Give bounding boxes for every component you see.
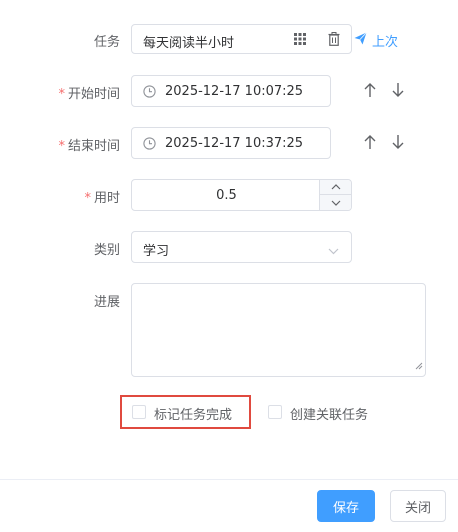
start-time-label-text: 开始时间 — [67, 87, 120, 102]
category-value: 学习 — [143, 244, 170, 259]
clock-icon — [143, 137, 156, 154]
clock-icon — [143, 85, 156, 102]
decrease-button[interactable] — [320, 195, 351, 210]
mark-complete-checkbox[interactable]: 标记任务完成 — [132, 403, 252, 423]
category-row: 类别 学习 — [0, 231, 458, 263]
resize-handle-icon[interactable] — [415, 359, 423, 374]
end-time-label-text: 结束时间 — [67, 139, 120, 154]
start-time-picker[interactable]: 2025-12-17 10:07:25 — [131, 75, 331, 107]
duration-label-text: 用时 — [93, 191, 120, 206]
progress-textarea[interactable] — [131, 283, 426, 377]
start-time-label: * 开始时间 — [58, 83, 120, 102]
arrow-up-icon[interactable] — [363, 82, 377, 102]
duration-value[interactable]: 0.5 — [132, 188, 321, 203]
required-mark: * — [84, 191, 91, 206]
start-time-value: 2025-12-17 10:07:25 — [165, 84, 304, 99]
increase-button[interactable] — [320, 180, 351, 195]
task-value: 每天阅读半小时 — [143, 36, 235, 51]
chevron-up-icon — [331, 184, 340, 190]
progress-label: 进展 — [93, 295, 120, 310]
save-button[interactable]: 保存 — [317, 490, 375, 522]
arrow-down-icon[interactable] — [391, 82, 405, 102]
delete-icon[interactable] — [328, 32, 340, 50]
task-field[interactable]: 每天阅读半小时 — [131, 24, 352, 54]
mark-complete-label: 标记任务完成 — [154, 408, 233, 423]
start-time-row: * 开始时间 2025-12-17 10:07:25 — [0, 75, 458, 107]
stepper-controls — [319, 180, 351, 210]
end-time-picker[interactable]: 2025-12-17 10:37:25 — [131, 127, 331, 159]
last-label: 上次 — [372, 35, 399, 50]
grid-icon[interactable] — [294, 33, 306, 49]
chevron-down-icon — [328, 244, 339, 259]
close-button[interactable]: 关闭 — [390, 490, 446, 522]
duration-row: * 用时 0.5 — [0, 179, 458, 211]
duration-stepper[interactable]: 0.5 — [131, 179, 352, 211]
create-related-checkbox[interactable]: 创建关联任务 — [268, 403, 388, 423]
task-row: 任务 每天阅读半小时 上次 — [0, 24, 458, 54]
footer-divider — [0, 479, 458, 480]
checkbox-box[interactable] — [268, 405, 282, 419]
arrow-up-icon[interactable] — [363, 134, 377, 154]
required-mark: * — [58, 139, 65, 154]
task-label: 任务 — [93, 35, 120, 50]
progress-row: 进展 — [0, 283, 458, 377]
end-time-row: * 结束时间 2025-12-17 10:37:25 — [0, 127, 458, 159]
required-mark: * — [58, 87, 65, 102]
duration-label: * 用时 — [84, 187, 120, 206]
create-related-label: 创建关联任务 — [290, 408, 369, 423]
arrow-down-icon[interactable] — [391, 134, 405, 154]
last-button[interactable]: 上次 — [354, 31, 398, 50]
category-label: 类别 — [93, 243, 120, 258]
category-select[interactable]: 学习 — [131, 231, 352, 263]
send-icon — [354, 32, 367, 49]
chevron-down-icon — [331, 200, 340, 206]
end-time-label: * 结束时间 — [58, 135, 120, 154]
checkbox-box[interactable] — [132, 405, 146, 419]
end-time-value: 2025-12-17 10:37:25 — [165, 136, 304, 151]
